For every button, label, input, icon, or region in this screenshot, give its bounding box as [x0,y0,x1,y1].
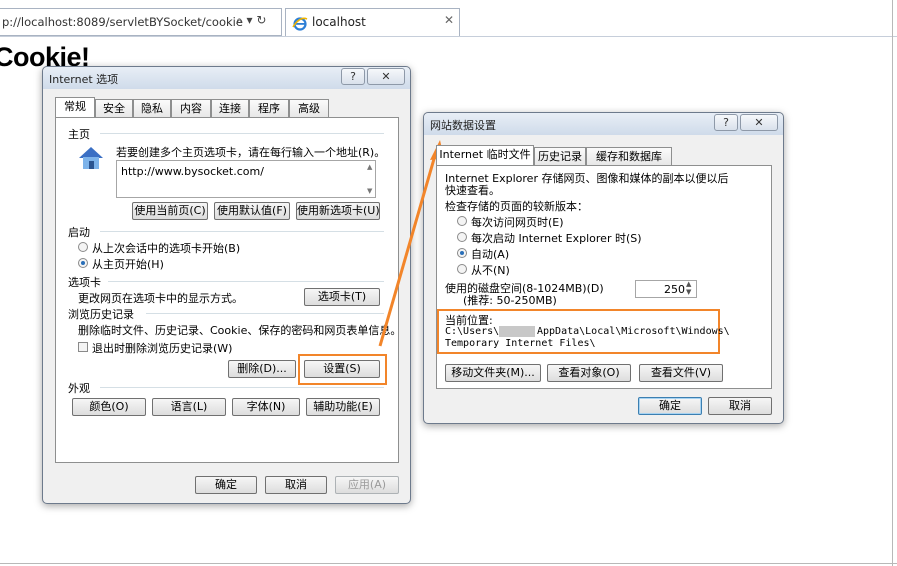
ok-button[interactable]: 确定 [195,476,257,494]
disk-space-spinner[interactable]: 250 ▲ ▼ [635,280,697,298]
apply-button[interactable]: 应用(A) [335,476,399,494]
divider [108,281,384,282]
help-button[interactable]: ? [341,68,365,85]
tab-security[interactable]: 安全 [95,99,133,117]
spin-down-icon[interactable]: ▼ [686,288,691,296]
tab-history[interactable]: 历史记录 [534,147,586,165]
dialog-title: Internet 选项 [49,73,119,86]
tabs-button[interactable]: 选项卡(T) [304,288,380,306]
accessibility-button[interactable]: 辅助功能(E) [306,398,380,416]
ie-logo-icon [292,17,308,31]
home-heading: 主页 [68,128,90,141]
colors-button[interactable]: 颜色(O) [72,398,146,416]
view-files-button[interactable]: 查看文件(V) [639,364,723,382]
radio-start-last-session[interactable] [78,242,88,252]
spin-up-icon[interactable]: ▲ [686,280,691,288]
address-bar[interactable]: p://localhost:8089/servletBYSocket/cooki… [0,8,282,36]
languages-button[interactable]: 语言(L) [152,398,226,416]
tabs-heading: 选项卡 [68,276,101,289]
startup-heading: 启动 [68,226,90,239]
start-last-session-label: 从上次会话中的选项卡开始(B) [92,242,241,255]
automatic-label: 自动(A) [471,248,510,261]
tab-connections[interactable]: 连接 [211,99,249,117]
close-button[interactable]: ✕ [367,68,405,85]
help-button[interactable]: ? [714,114,738,131]
tab-general[interactable]: 常规 [55,97,95,117]
use-default-button[interactable]: 使用默认值(F) [214,202,290,220]
redacted-username [499,326,535,337]
history-heading: 浏览历史记录 [68,308,134,321]
internet-options-dialog: Internet 选项 ? ✕ 常规 安全 隐私 内容 连接 程序 高级 主页 … [42,66,411,504]
cancel-button[interactable]: 取消 [708,397,772,415]
every-visit-label: 每次访问网页时(E) [471,216,564,229]
highlight-settings-box [298,354,387,385]
fonts-button[interactable]: 字体(N) [232,398,300,416]
divider [100,133,384,134]
browser-tab-localhost[interactable]: localhost ✕ [285,8,460,36]
description-line-2: 快速查看。 [445,184,500,197]
tab-title: localhost [312,15,366,29]
temp-files-panel: Internet Explorer 存储网页、图像和媒体的副本以便以后 快速查看… [436,165,772,389]
never-label: 从不(N) [471,264,510,277]
toolbar-divider [0,36,897,37]
scroll-down-icon[interactable]: ▼ [367,187,372,195]
location-path-rest: AppData\Local\Microsoft\Windows\ [537,326,730,337]
delete-on-exit-label: 退出时删除浏览历史记录(W) [92,342,233,355]
tabs-description: 更改网页在选项卡中的显示方式。 [78,292,243,305]
tab-privacy[interactable]: 隐私 [133,99,171,117]
dialog-title: 网站数据设置 [430,119,496,132]
url-text: p://localhost:8089/servletBYSocket/cooki… [2,15,243,29]
location-path-start: C:\Users\ [445,326,500,337]
general-tab-panel: 主页 若要创建多个主页选项卡，请在每行输入一个地址(R)。 http://www… [55,117,402,463]
delete-history-button[interactable]: 删除(D)... [228,360,296,378]
disk-space-hint: (推荐: 50-250MB) [463,294,557,307]
ok-button[interactable]: 确定 [638,397,702,415]
titlebar: Internet 选项 ? ✕ [43,67,410,89]
view-objects-button[interactable]: 查看对象(O) [547,364,631,382]
use-current-button[interactable]: 使用当前页(C) [132,202,208,220]
radio-every-visit[interactable] [457,216,467,226]
use-new-tab-button[interactable]: 使用新选项卡(U) [296,202,380,220]
history-description: 删除临时文件、历史记录、Cookie、保存的密码和网页表单信息。 [78,324,402,337]
disk-space-value: 250 [664,283,685,296]
tab-cache-databases[interactable]: 缓存和数据库 [586,147,672,165]
radio-every-start[interactable] [457,232,467,242]
address-tools-icons[interactable]: ⌕ ▾ ↻ [236,13,266,28]
radio-start-home[interactable] [78,258,88,268]
cancel-button[interactable]: 取消 [265,476,327,494]
radio-never[interactable] [457,264,467,274]
tab-close-icon[interactable]: ✕ [444,13,454,27]
divider [100,387,384,388]
scroll-up-icon[interactable]: ▲ [367,163,372,171]
move-folder-button[interactable]: 移动文件夹(M)... [445,364,541,382]
window-edge-bottom [0,563,897,564]
tab-advanced[interactable]: 高级 [289,99,329,117]
site-data-settings-dialog: 网站数据设置 ? ✕ Internet 临时文件 历史记录 缓存和数据库 Int… [423,112,784,424]
house-icon [79,147,103,169]
site-data-tabs: Internet 临时文件 历史记录 缓存和数据库 [436,145,676,165]
tab-content[interactable]: 内容 [171,99,211,117]
radio-automatic[interactable] [457,248,467,258]
home-description: 若要创建多个主页选项卡，请在每行输入一个地址(R)。 [116,146,386,159]
check-versions-label: 检查存储的页面的较新版本： [445,200,588,213]
appearance-heading: 外观 [68,382,90,395]
home-page-textarea[interactable]: http://www.bysocket.com/ ▲ ▼ [116,160,376,198]
close-button[interactable]: ✕ [740,114,778,131]
delete-on-exit-checkbox[interactable] [78,342,88,352]
options-tabs: 常规 安全 隐私 内容 连接 程序 高级 [55,97,385,117]
window-edge-right [892,0,893,566]
tab-programs[interactable]: 程序 [249,99,289,117]
tab-temp-files[interactable]: Internet 临时文件 [436,145,534,165]
every-start-label: 每次启动 Internet Explorer 时(S) [471,232,642,245]
titlebar: 网站数据设置 ? ✕ [424,113,783,135]
start-home-label: 从主页开始(H) [92,258,164,271]
location-path-line-2: Temporary Internet Files\ [445,338,596,349]
divider [146,313,384,314]
home-page-url: http://www.bysocket.com/ [121,165,264,178]
divider [100,231,384,232]
